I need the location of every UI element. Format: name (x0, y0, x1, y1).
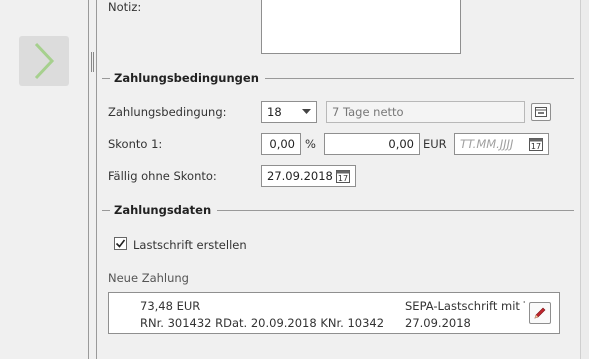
due-date-value: 27.09.2018 (267, 169, 333, 183)
payment-method: SEPA-Lastschrift mit T (405, 299, 525, 313)
notes-textarea[interactable] (261, 0, 461, 54)
section-payment-data-title: Zahlungsdaten (114, 203, 212, 217)
expand-panel-button[interactable] (19, 36, 69, 86)
chevron-down-icon (302, 109, 311, 114)
payment-term-select[interactable]: 18 (261, 101, 317, 123)
payment-term-description: 7 Tage netto (326, 101, 525, 123)
payment-reference: RNr. 301432 RDat. 20.09.2018 KNr. 10342 (140, 316, 385, 330)
payment-card[interactable]: 73,48 EUR RNr. 301432 RDat. 20.09.2018 K… (108, 292, 560, 334)
lookup-icon (535, 107, 547, 117)
due-date-label: Fällig ohne Skonto: (108, 169, 217, 183)
new-payment-label: Neue Zahlung (108, 271, 189, 285)
calendar-icon[interactable]: 17 (336, 169, 350, 183)
payment-date: 27.09.2018 (405, 316, 471, 330)
due-date-input[interactable]: 27.09.2018 17 (261, 165, 356, 187)
pencil-icon (534, 307, 546, 319)
payment-term-description-text: 7 Tage netto (332, 105, 404, 119)
direct-debit-checkbox[interactable] (114, 237, 127, 250)
payment-term-lookup-button[interactable] (531, 103, 551, 121)
panel-divider (88, 0, 89, 359)
checkmark-icon (115, 239, 126, 248)
svg-text:17: 17 (531, 142, 541, 151)
direct-debit-label[interactable]: Lastschrift erstellen (133, 238, 247, 252)
section-payment-terms: Zahlungsbedingungen (102, 71, 574, 85)
discount-amount-input[interactable]: 0,00 (324, 133, 420, 155)
calendar-icon[interactable]: 17 (529, 137, 543, 151)
payment-term-label: Zahlungsbedingung: (108, 105, 227, 119)
svg-text:17: 17 (338, 174, 348, 183)
section-payment-terms-title: Zahlungsbedingungen (114, 71, 259, 85)
discount-percent-value: 0,00 (269, 137, 295, 151)
discount-amount-value: 0,00 (388, 137, 414, 151)
chevron-right-icon (34, 42, 55, 80)
splitter-handle[interactable] (91, 52, 94, 72)
panel-divider-2 (96, 0, 97, 359)
edit-payment-button[interactable] (529, 302, 551, 324)
discount-percent-input[interactable]: 0,00 (261, 133, 301, 155)
payment-amount: 73,48 EUR (140, 299, 201, 313)
discount-date-input[interactable]: TT.MM.JJJJ 17 (454, 133, 549, 155)
discount-date-placeholder: TT.MM.JJJJ (460, 137, 514, 151)
currency-unit: EUR (423, 137, 447, 151)
section-payment-data: Zahlungsdaten (102, 203, 574, 217)
discount-label: Skonto 1: (108, 137, 163, 151)
payment-term-value: 18 (267, 105, 282, 119)
percent-unit: % (305, 137, 316, 151)
notes-label: Notiz: (108, 0, 142, 14)
scrollbar-track[interactable] (580, 0, 589, 359)
